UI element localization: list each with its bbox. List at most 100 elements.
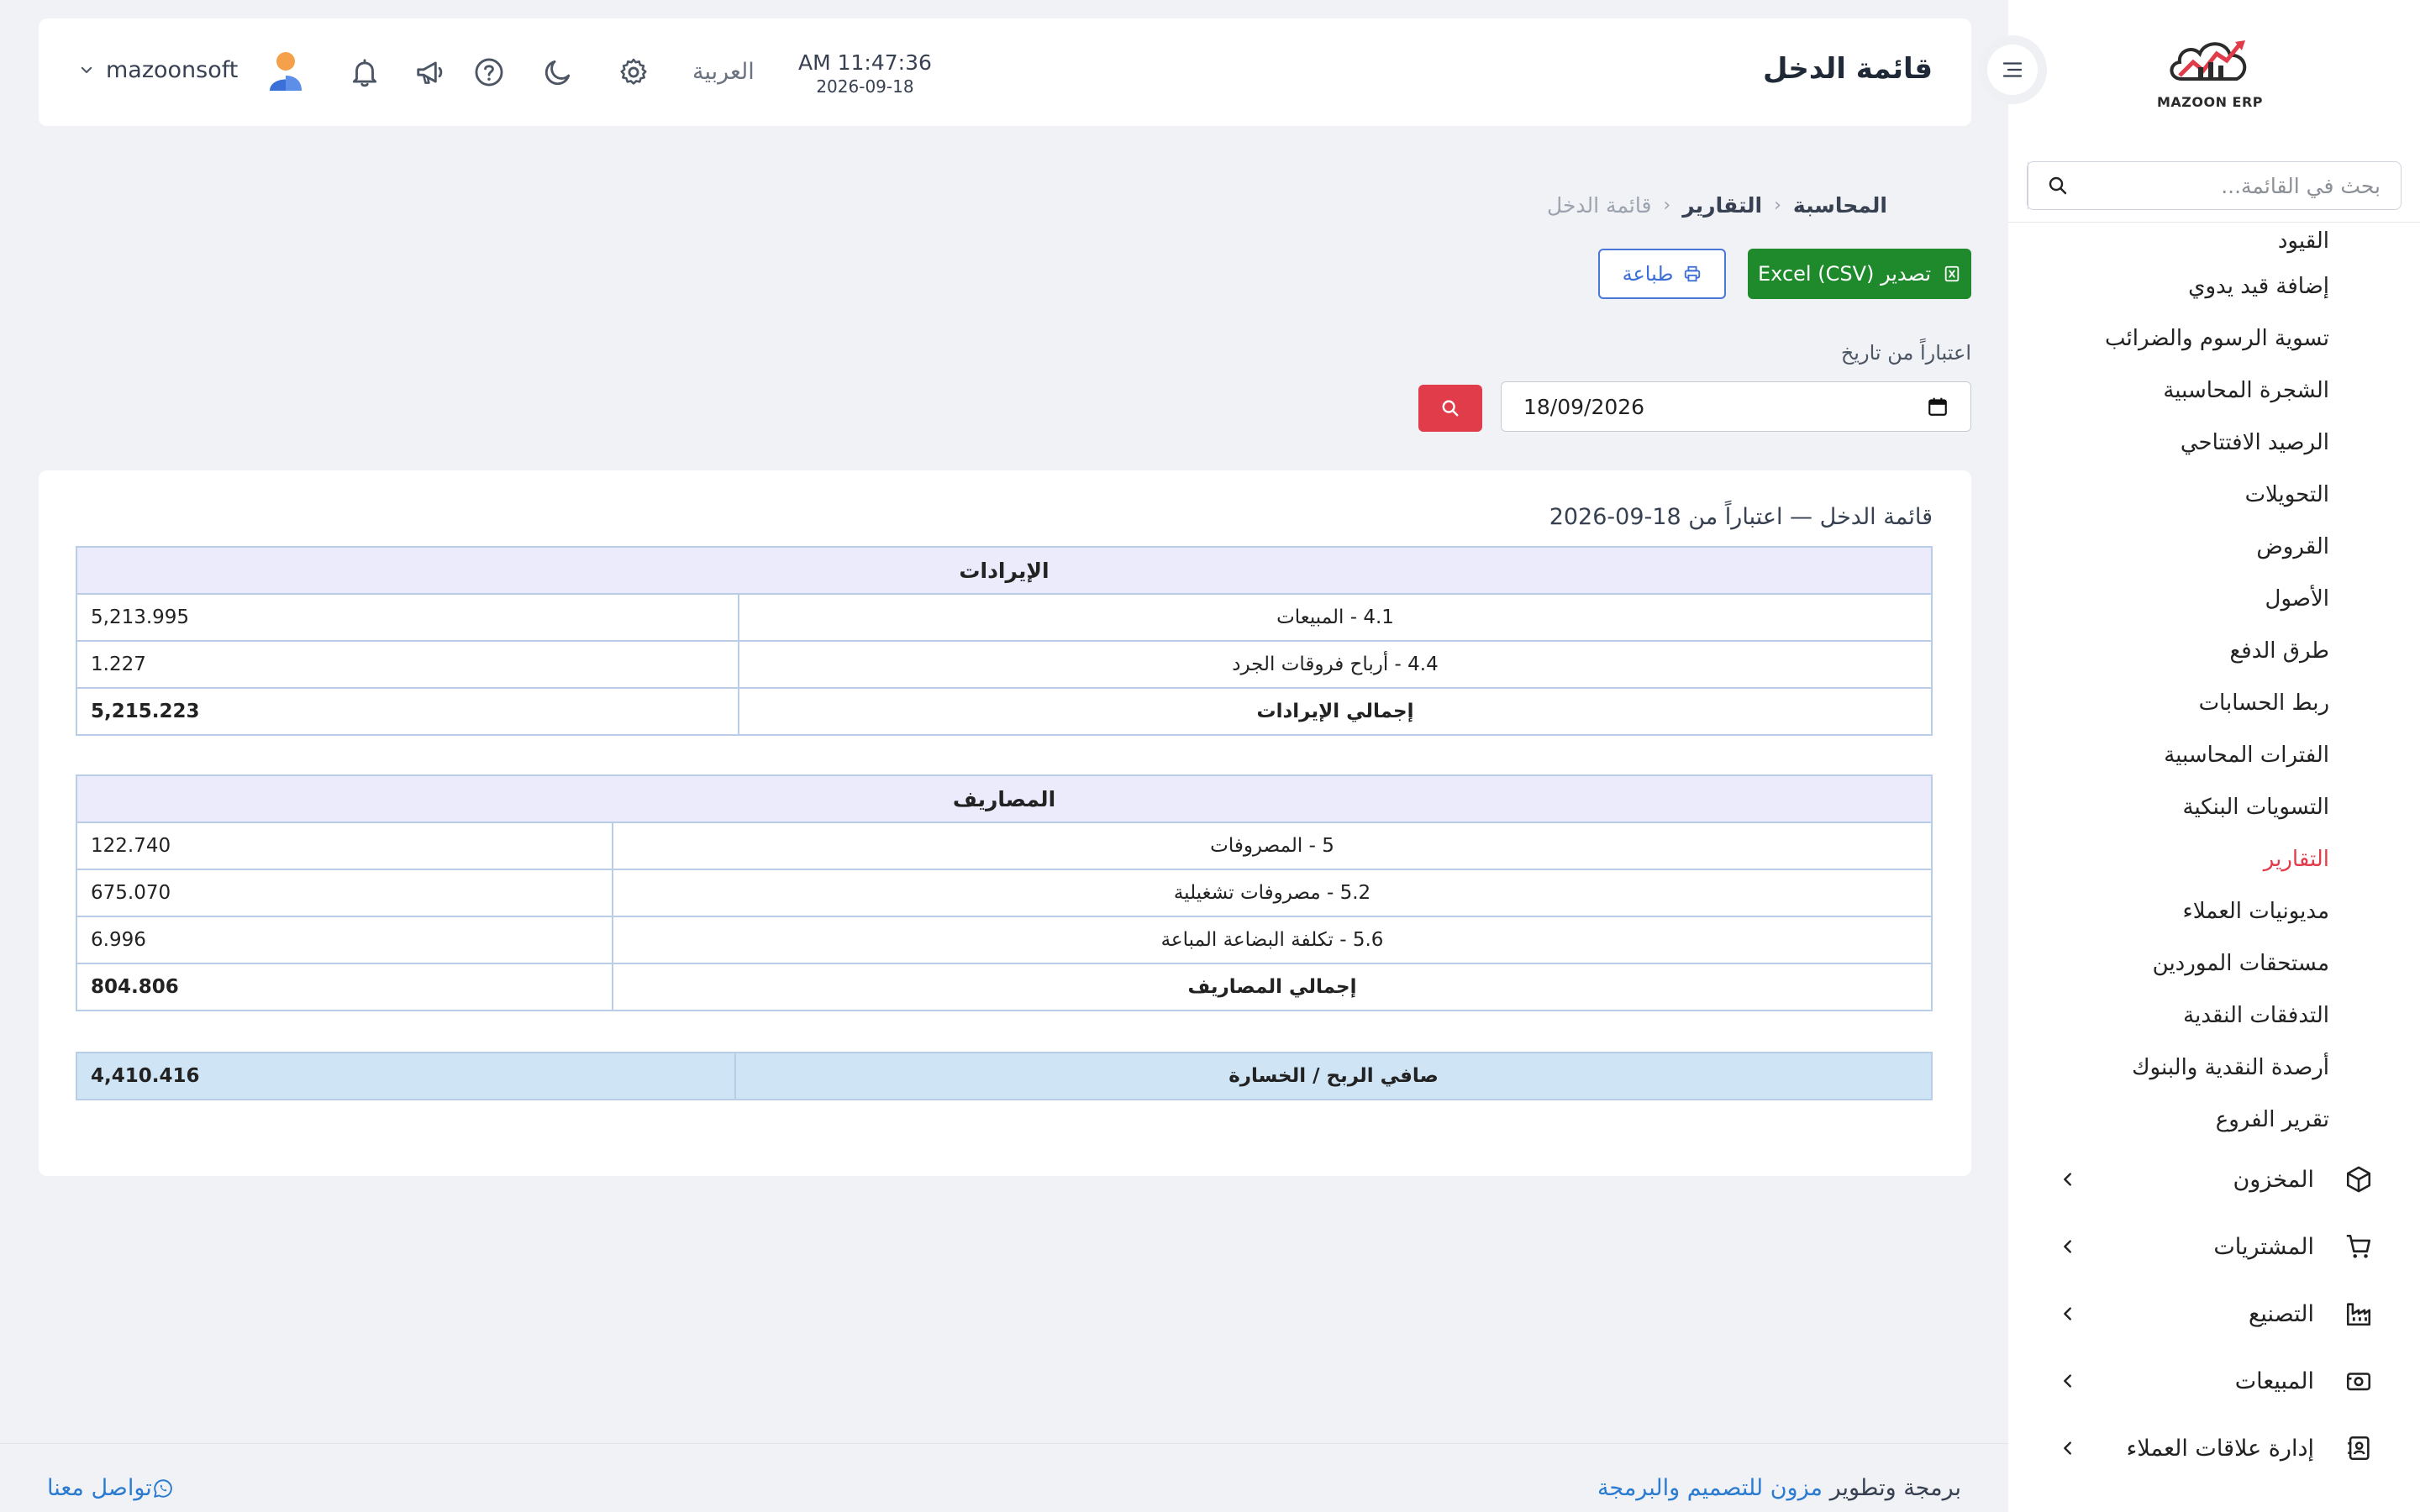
footer-credit-prefix: برمجة وتطوير [1829, 1475, 1961, 1501]
breadcrumb-separator: ‹ [1774, 195, 1781, 216]
logo-cloud-chart-icon [2170, 40, 2247, 81]
date-filter-input[interactable]: 18/09/2026 [1501, 381, 1971, 432]
contact-book-icon [2348, 1436, 2370, 1461]
revenue-row-label: 4.1 - المبيعات [738, 593, 1933, 642]
net-profit-row: صافي الربح / الخسارة 4,410.416 [76, 1052, 1933, 1100]
help-icon[interactable] [471, 54, 508, 91]
sidebar-group-label: إدارة علاقات العملاء [2126, 1435, 2314, 1462]
sidebar-item-chart-of-accounts[interactable]: الشجرة المحاسبية [2008, 365, 2420, 417]
revenue-total-value: 5,215.223 [76, 687, 739, 736]
sidebar-item-customer-debts[interactable]: مديونيات العملاء [2008, 885, 2420, 937]
sidebar-item-add-manual-entry[interactable]: إضافة قيد يدوي [2008, 260, 2420, 312]
sidebar-item-journal-entries[interactable]: القيود [2008, 222, 2420, 260]
megaphone-icon[interactable] [412, 54, 449, 91]
chevron-left-icon [2064, 1173, 2071, 1186]
revenue-total-row: إجمالي الإيرادات 5,215.223 [76, 687, 1933, 736]
expenses-total-value: 804.806 [76, 963, 613, 1011]
expenses-total-row: إجمالي المصاريف 804.806 [76, 963, 1933, 1011]
footer-divider [0, 1443, 2008, 1444]
username: mazoonsoft [106, 56, 239, 83]
chevron-left-icon [2064, 1240, 2071, 1253]
sidebar-item-payment-methods[interactable]: طرق الدفع [2008, 625, 2420, 677]
table-row: 5 - المصروفات 122.740 [76, 822, 1933, 870]
print-label: طباعة [1622, 262, 1674, 286]
table-row: 5.2 - مصروفات تشغيلية 675.070 [76, 869, 1933, 917]
whatsapp-icon [154, 1478, 172, 1498]
chevron-down-icon [81, 66, 92, 73]
calendar-icon[interactable] [1927, 396, 1949, 417]
export-excel-button[interactable]: تصدير Excel (CSV) [1748, 249, 1971, 299]
expense-row-label: 5.2 - مصروفات تشغيلية [612, 869, 1933, 917]
sidebar-item-transfers[interactable]: التحويلات [2008, 469, 2420, 521]
sidebar-item-loans[interactable]: القروض [2008, 521, 2420, 573]
excel-file-icon [1944, 265, 1960, 282]
printer-icon [1685, 265, 1701, 282]
language-switch[interactable]: العربية [692, 59, 755, 85]
breadcrumb-item-accounting[interactable]: المحاسبة [1793, 193, 1887, 218]
sidebar-item-branches-report[interactable]: تقرير الفروع [2008, 1094, 2420, 1146]
search-icon [1442, 400, 1459, 417]
chevron-left-icon [2064, 1374, 2071, 1388]
sidebar-group-label: المشتريات [2213, 1233, 2314, 1260]
revenue-table: الإيرادات 4.1 - المبيعات 5,213.995 4.4 -… [76, 546, 1933, 736]
sidebar-search-input[interactable] [2086, 162, 2401, 209]
expenses-table: المصاريف 5 - المصروفات 122.740 5.2 - مصر… [76, 774, 1933, 1011]
breadcrumb-item-reports[interactable]: التقارير [1682, 193, 1762, 218]
sidebar-group-manufacturing[interactable]: التصنيع [2008, 1280, 2420, 1347]
sidebar-item-cash-flows[interactable]: التدفقات النقدية [2008, 990, 2420, 1042]
table-row: 4.1 - المبيعات 5,213.995 [76, 593, 1933, 642]
revenue-row-value: 1.227 [76, 640, 739, 689]
revenue-row-value: 5,213.995 [76, 593, 739, 642]
logo[interactable]: MAZOON ERP [2151, 34, 2269, 118]
sidebar-item-assets[interactable]: الأصول [2008, 573, 2420, 625]
sidebar-item-supplier-dues[interactable]: مستحقات الموردين [2008, 937, 2420, 990]
sidebar-item-accounting-periods[interactable]: الفترات المحاسبية [2008, 729, 2420, 781]
sidebar-item-reports[interactable]: التقارير [2008, 833, 2420, 885]
expenses-total-label: إجمالي المصاريف [612, 963, 1933, 1011]
sidebar-item-opening-balance[interactable]: الرصيد الافتتاحي [2008, 417, 2420, 469]
print-button[interactable]: طباعة [1598, 249, 1726, 299]
expenses-header: المصاريف [76, 774, 1933, 823]
cart-icon [2346, 1234, 2371, 1258]
box-icon [2346, 1166, 2371, 1193]
top-header: قائمة الدخل AM 11:47:36 2026-09-18 العرب… [39, 18, 1971, 126]
moon-icon[interactable] [539, 54, 576, 91]
expense-row-value: 6.996 [76, 916, 613, 964]
sidebar-group-crm[interactable]: إدارة علاقات العملاء [2008, 1415, 2420, 1482]
user-menu[interactable]: mazoonsoft [79, 47, 308, 92]
net-profit-table: صافي الربح / الخسارة 4,410.416 [76, 1052, 1933, 1100]
sidebar-toggle-button[interactable] [1978, 35, 2047, 104]
sidebar-item-cash-bank-balances[interactable]: أرصدة النقدية والبنوك [2008, 1042, 2420, 1094]
revenue-total-label: إجمالي الإيرادات [738, 687, 1933, 736]
sidebar-item-fees-taxes-settlement[interactable]: تسوية الرسوم والضرائب [2008, 312, 2420, 365]
net-profit-label: صافي الربح / الخسارة [734, 1052, 1933, 1100]
sidebar-toggle-inner [1987, 45, 2038, 95]
sidebar-group-purchases[interactable]: المشتريات [2008, 1213, 2420, 1280]
footer-credit: برمجة وتطوير مزون للتصميم والبرمجة [1597, 1475, 1961, 1501]
contact-us-label: تواصل معنا [47, 1475, 152, 1501]
avatar [270, 52, 302, 91]
logo-text: MAZOON ERP [2156, 94, 2264, 110]
sidebar-group-sales[interactable]: المبيعات [2008, 1347, 2420, 1415]
sidebar-search [2027, 161, 2402, 210]
footer-credit-link[interactable]: مزون للتصميم والبرمجة [1597, 1475, 1823, 1501]
breadcrumb-item-current: قائمة الدخل [1547, 193, 1652, 218]
search-icon[interactable] [2028, 162, 2086, 209]
sidebar-group-inventory[interactable]: المخزون [2008, 1146, 2420, 1213]
page-title: قائمة الدخل [1763, 52, 1933, 86]
export-excel-label: تصدير Excel (CSV) [1758, 262, 1931, 286]
table-row: 5.6 - تكلفة البضاعة المباعة 6.996 [76, 916, 1933, 964]
sidebar-group-label: المبيعات [2234, 1368, 2314, 1394]
contact-us-link[interactable]: تواصل معنا [47, 1475, 182, 1501]
chevron-left-icon [2064, 1307, 2071, 1320]
sidebar-item-account-linking[interactable]: ربط الحسابات [2008, 677, 2420, 729]
search-button[interactable] [1418, 385, 1482, 432]
chevron-left-icon [2064, 1441, 2071, 1455]
bell-icon[interactable] [346, 54, 383, 91]
sidebar-item-bank-reconciliations[interactable]: التسويات البنكية [2008, 781, 2420, 833]
revenue-row-label: 4.4 - أرباح فروقات الجرد [738, 640, 1933, 689]
date-filter-label: اعتباراً من تاريخ [1840, 341, 1971, 365]
settings-icon[interactable] [615, 54, 652, 91]
clock: AM 11:47:36 2026-09-18 [798, 50, 932, 97]
clock-date: 2026-09-18 [816, 76, 914, 97]
